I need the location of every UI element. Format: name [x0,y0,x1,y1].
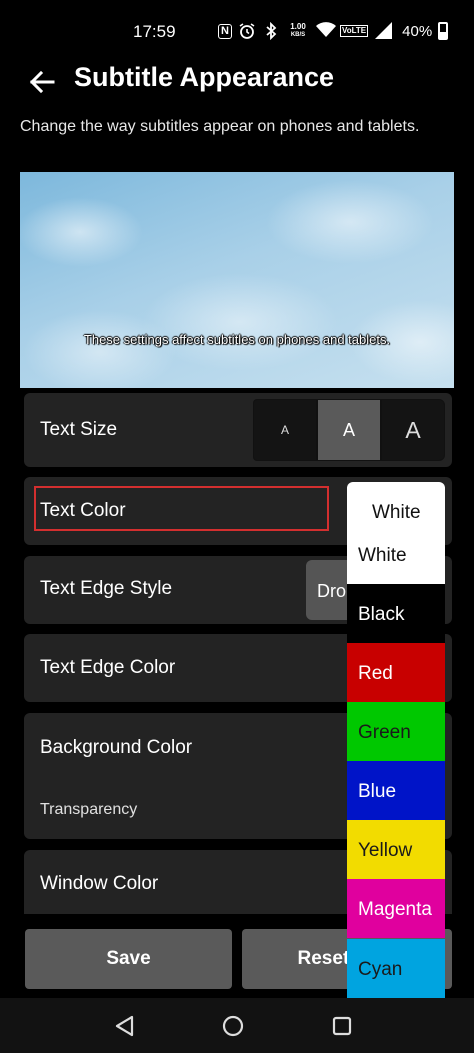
text-size-label: Text Size [40,419,118,440]
color-option-label: Green [358,722,411,743]
net-speed-value: 1.00 [290,22,306,31]
color-option-label: Blue [358,781,397,802]
text-color-dropdown: White White Black Red Green Blue Yellow … [347,482,445,998]
subtitle-preview: These settings affect subtitles on phone… [20,172,454,388]
status-clock: 17:59 [133,22,176,41]
net-speed: 1.00 KB/S [286,23,310,39]
text-size-medium-label: A [342,419,355,440]
color-option-label: Cyan [358,959,403,980]
status-icons: N 1.00 KB/S VoLTE 40% [218,21,449,41]
color-option-green[interactable]: Green [347,702,445,761]
nav-recents-icon[interactable] [330,1014,354,1038]
battery-percent: 40% [402,22,433,40]
background-color-label: Background Color [40,737,193,758]
text-size-row: Text Size A A A [24,393,452,467]
page-title: Subtitle Appearance [74,62,335,92]
system-nav-bar [0,998,474,1053]
text-edge-color-label: Text Edge Color [40,657,176,678]
text-size-small-label: A [280,423,289,437]
status-bar: 17:59 N 1.00 KB/S VoLTE 40% [0,0,474,64]
text-size-medium-button[interactable]: A [317,399,381,461]
transparency-label: Transparency [40,801,138,818]
save-button[interactable]: Save [25,929,232,989]
text-size-large-label: A [405,416,421,443]
text-edge-style-label: Text Edge Style [40,578,173,599]
volte-badge: VoLTE [340,25,369,37]
text-size-large-button[interactable]: A [381,399,445,461]
text-color-label: Text Color [40,500,126,521]
alarm-icon [238,22,256,40]
text-size-selector: A A A [253,397,445,463]
color-option-label: Red [358,663,393,684]
color-option-cyan[interactable]: Cyan [347,939,445,998]
color-option-white[interactable]: White White [347,482,445,584]
window-color-label: Window Color [40,873,159,894]
text-size-small-button[interactable]: A [253,399,317,461]
nav-back-icon[interactable] [113,1014,137,1038]
color-option-label: Black [358,604,405,625]
back-arrow-icon[interactable] [26,66,58,98]
signal-icon [374,22,392,40]
bluetooth-icon [262,21,280,41]
wifi-icon [316,22,336,40]
selected-color-value: White [372,502,421,523]
color-option-label: White [358,545,407,566]
color-option-black[interactable]: Black [347,584,445,643]
page-description: Change the way subtitles appear on phone… [20,118,420,135]
color-option-magenta[interactable]: Magenta [347,879,445,938]
color-option-label: Magenta [358,899,432,920]
color-option-yellow[interactable]: Yellow [347,820,445,879]
nfc-icon: N [218,23,232,39]
color-option-red[interactable]: Red [347,643,445,702]
color-option-label: Yellow [358,840,413,861]
battery-icon [438,22,449,40]
color-option-blue[interactable]: Blue [347,761,445,820]
nav-home-icon[interactable] [221,1014,245,1038]
net-speed-unit: KB/S [290,32,306,38]
preview-caption: These settings affect subtitles on phone… [83,332,391,347]
